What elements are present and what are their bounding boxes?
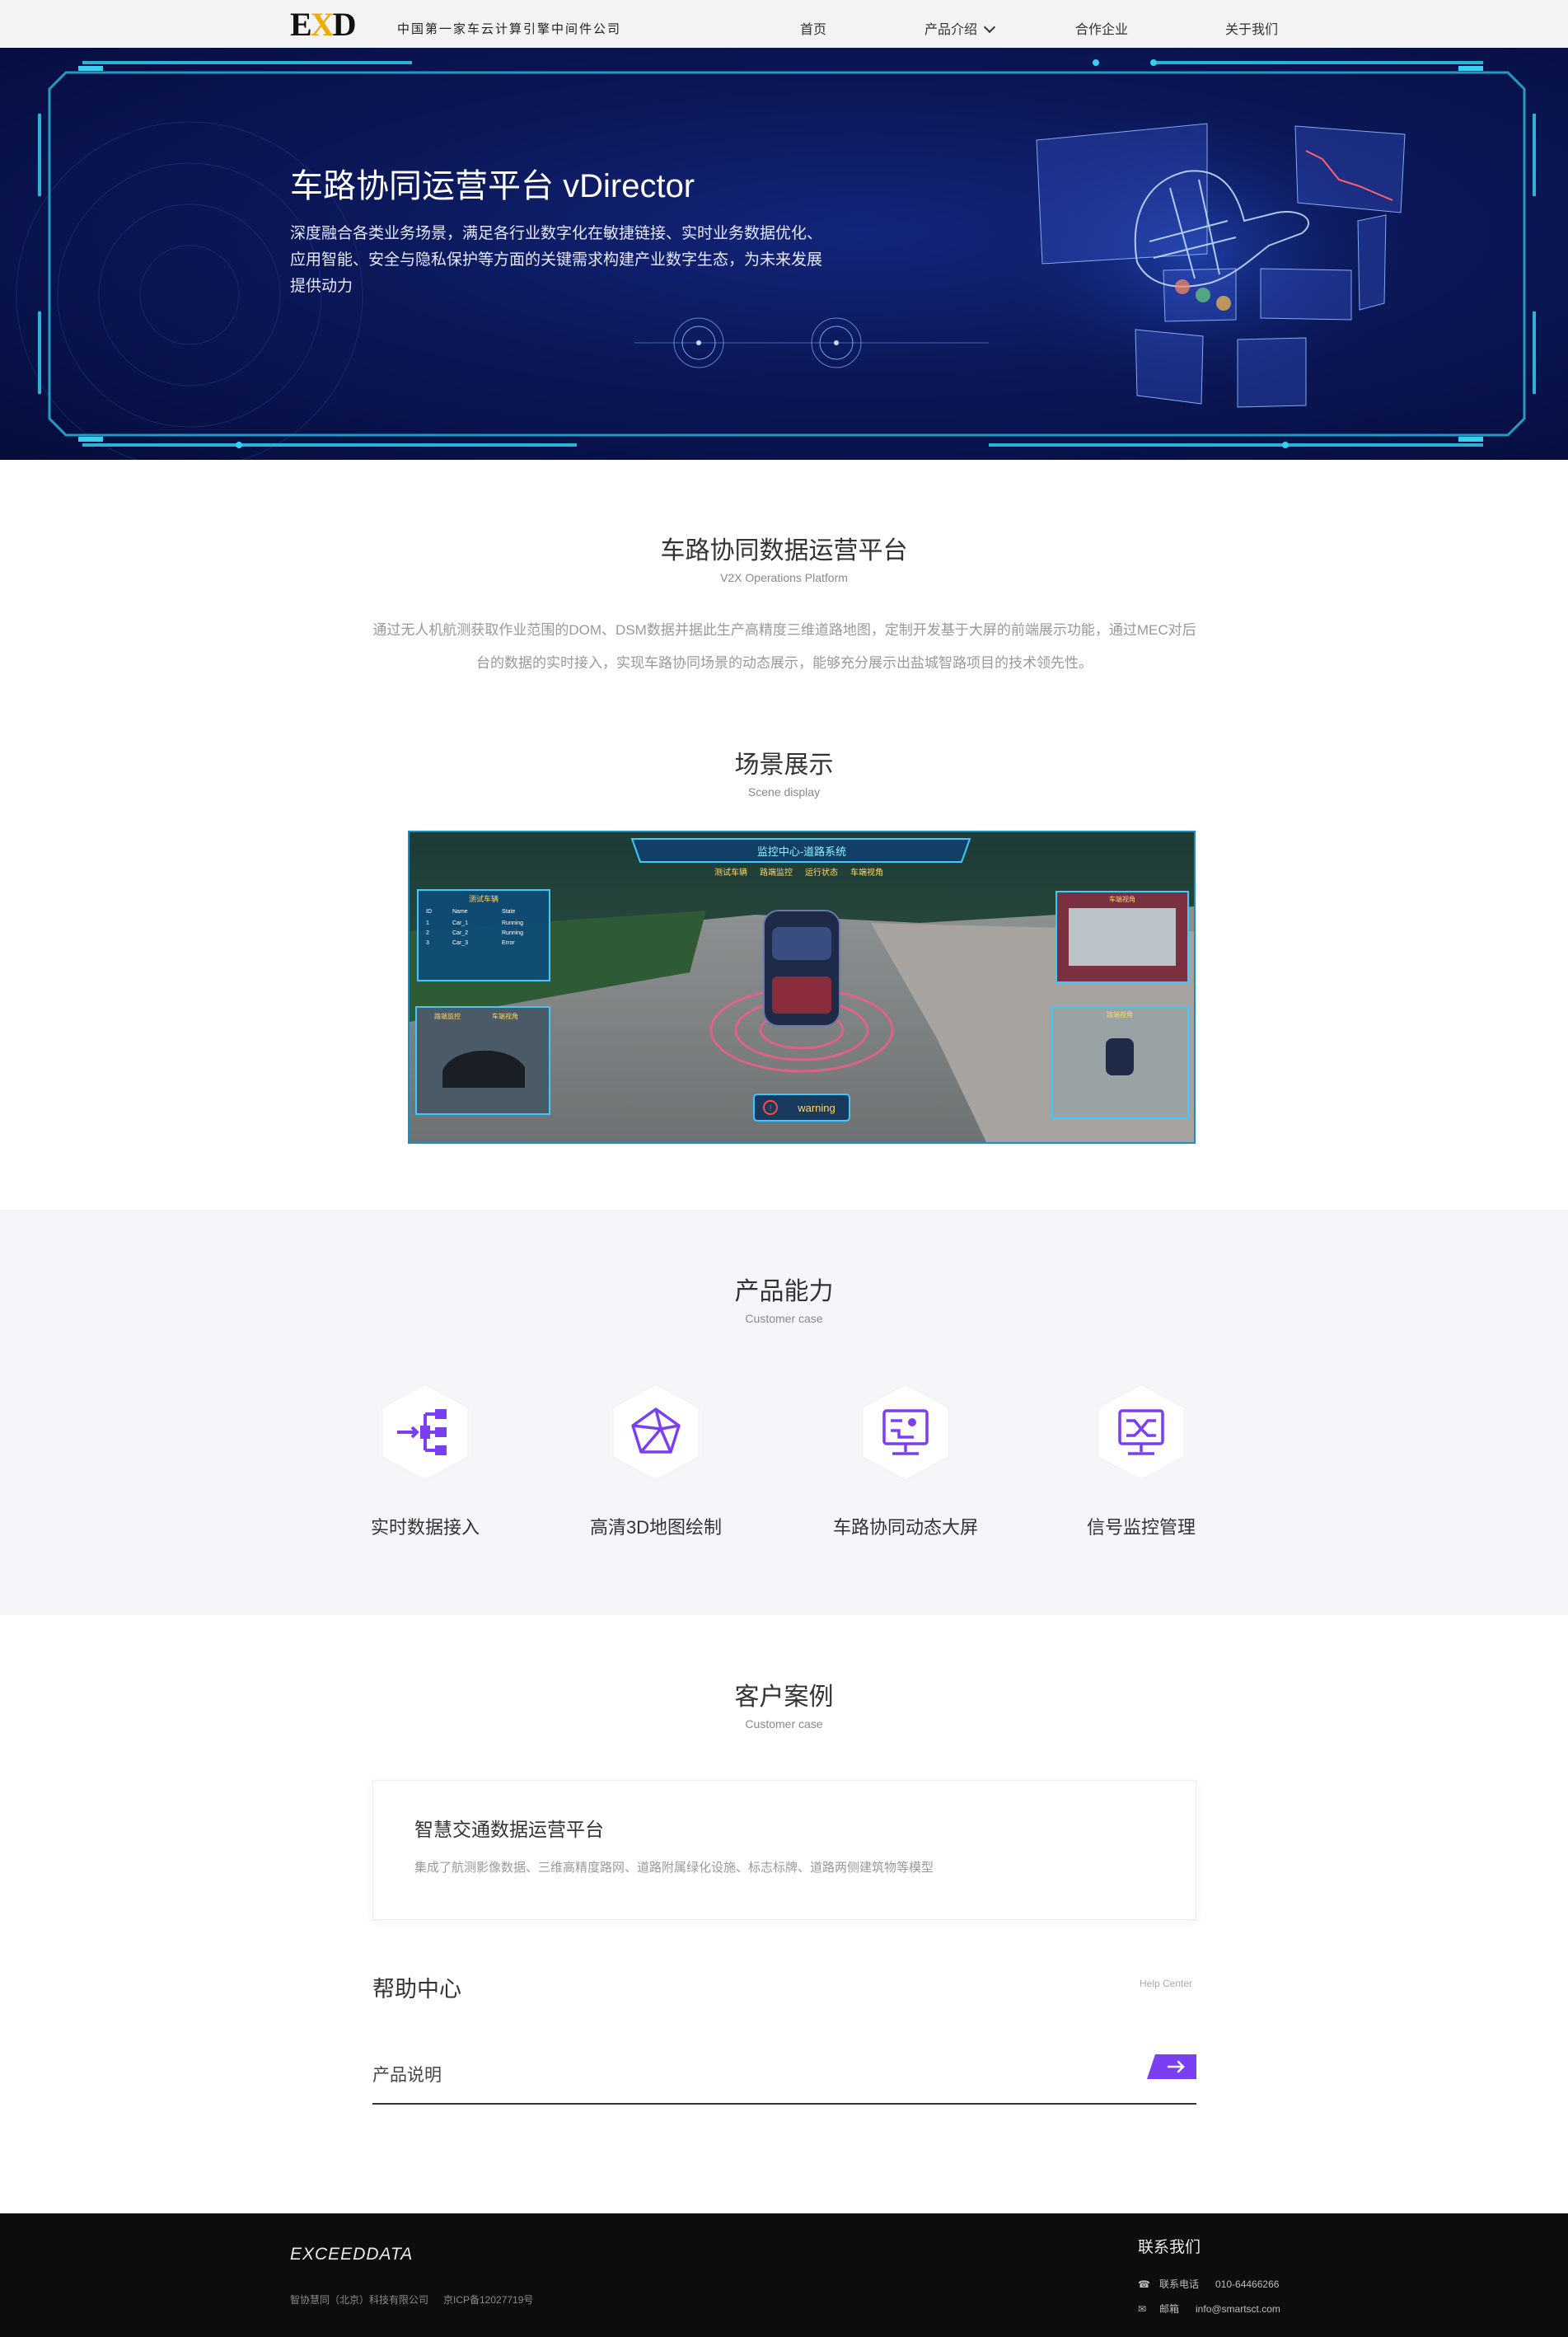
svg-text:车端视角: 车端视角	[1109, 895, 1135, 903]
dashboard-screen-icon	[862, 1384, 949, 1481]
logo-wordmark: EXD	[290, 6, 356, 43]
svg-text:3: 3	[426, 940, 429, 946]
ability-label: 车路协同动态大屏	[832, 1517, 978, 1538]
case-card[interactable]: 智慧交通数据运营平台 集成了航测影像数据、三维高精度路网、道路附属绿化设施、标志…	[372, 1780, 1196, 1920]
ability-3d-map[interactable]: 高清3D地图绘制	[557, 1383, 755, 1539]
help-center-title: 帮助中心	[372, 1977, 461, 2002]
footer-company: 智协慧同（北京）科技有限公司	[290, 2294, 429, 2306]
svg-text:1: 1	[426, 920, 429, 926]
ability-label: 信号监控管理	[1086, 1517, 1196, 1538]
screen-table-title: 测试车辆	[469, 894, 498, 903]
nav-about[interactable]: 关于我们	[1225, 18, 1278, 38]
help-item-label: 产品说明	[372, 2066, 442, 2085]
arrow-right-icon[interactable]	[1147, 2054, 1196, 2079]
ability-dynamic-screen[interactable]: 车路协同动态大屏	[807, 1383, 1004, 1539]
mail-icon: ✉	[1138, 2302, 1147, 2315]
screen-warning-text: warning	[797, 1102, 835, 1114]
screen-header-text: 监控中心-道路系统	[757, 845, 846, 858]
help-center-subtitle: Help Center	[1140, 1978, 1193, 1989]
ability-signal-monitor[interactable]: 信号监控管理	[1042, 1383, 1240, 1539]
abilities-title: 产品能力	[734, 1278, 834, 1305]
svg-text:Running: Running	[502, 930, 523, 936]
scene-title: 场景展示	[734, 752, 834, 779]
svg-text:路端视角: 路端视角	[1107, 1010, 1133, 1019]
contact-email: ✉ 邮箱 info@smartsct.com	[1138, 2302, 1280, 2316]
hero-description: 深度融合各类业务场景，满足各行业数字化在敏捷链接、实时业务数据优化、应用智能、安…	[290, 225, 823, 295]
top-header: EXD 中国第一家车云计算引擎中间件公司 首页 产品介绍 合作企业 关于我们	[0, 0, 1568, 54]
svg-text:2: 2	[426, 930, 429, 936]
svg-text:路端监控: 路端监控	[434, 1012, 461, 1020]
help-item-product-doc[interactable]: 产品说明	[372, 2044, 1196, 2105]
contact-email-value[interactable]: info@smartsct.com	[1196, 2303, 1280, 2315]
data-flow-icon	[381, 1384, 469, 1481]
svg-text:Car_2: Car_2	[452, 930, 468, 936]
footer-icp-link[interactable]: 京ICP备12027719号	[443, 2293, 533, 2307]
screen-tab-4: 车端视角	[850, 867, 883, 878]
monitoring-center-graphic: 监控中心-道路系统 测试车辆 路端监控 运行状态 车端视角 测试车辆 ID Na…	[410, 832, 1194, 1142]
case-card-title: 智慧交通数据运营平台	[414, 1819, 604, 1840]
screen-tab-3: 运行状态	[805, 867, 838, 878]
brand-tagline: 中国第一家车云计算引擎中间件公司	[397, 23, 622, 36]
screen-tab-2: 路端监控	[760, 867, 793, 878]
brand-logo[interactable]: EXD	[290, 6, 356, 43]
cases-title: 客户案例	[734, 1684, 834, 1711]
svg-text:Error: Error	[502, 940, 515, 946]
hero-banner: 车路协同运营平台 vDirector 深度融合各类业务场景，满足各行业数字化在敏…	[0, 48, 1568, 460]
intro-title: 车路协同数据运营平台	[660, 537, 908, 564]
svg-text:Name: Name	[452, 909, 468, 915]
nav-products[interactable]: 产品介绍	[924, 18, 996, 54]
polygon-map-icon	[612, 1384, 700, 1481]
contact-email-label: 邮箱	[1159, 2303, 1180, 2315]
ability-label: 高清3D地图绘制	[589, 1517, 723, 1538]
nav-home[interactable]: 首页	[800, 18, 826, 38]
nav-products-label: 产品介绍	[924, 23, 978, 37]
phone-icon: ☎	[1138, 2278, 1150, 2290]
intro-subtitle: V2X Operations Platform	[720, 571, 848, 584]
screen-tab-1: 测试车辆	[714, 867, 747, 878]
contact-phone-value: 010-64466266	[1215, 2278, 1280, 2290]
ability-realtime-data[interactable]: 实时数据接入	[326, 1383, 524, 1539]
hero-title: 车路协同运营平台 vDirector	[290, 168, 695, 204]
intro-text: 通过无人机航测获取作业范围的DOM、DSM数据并据此生产高精度三维道路地图，定制…	[372, 622, 1196, 671]
contact-phone: ☎ 联系电话 010-64466266	[1138, 2277, 1279, 2291]
svg-text:ID: ID	[426, 909, 432, 915]
chevron-down-icon	[983, 21, 996, 34]
footer-logo: EXCEEDDATA	[290, 2245, 414, 2264]
svg-text:车端视角: 车端视角	[492, 1012, 518, 1020]
svg-text:State: State	[502, 909, 515, 915]
case-card-description: 集成了航测影像数据、三维高精度路网、道路附属绿化设施、标志标牌、道路两侧建筑物等…	[414, 1861, 934, 1875]
abilities-subtitle: Customer case	[745, 1312, 823, 1325]
contact-title: 联系我们	[1138, 2239, 1201, 2256]
contact-phone-label: 联系电话	[1159, 2278, 1200, 2290]
svg-text:Car_3: Car_3	[452, 940, 468, 946]
svg-text:Running: Running	[502, 920, 523, 926]
scene-screenshot: 监控中心-道路系统 测试车辆 路端监控 运行状态 车端视角 测试车辆 ID Na…	[408, 831, 1196, 1144]
cases-subtitle: Customer case	[745, 1717, 823, 1731]
signal-monitor-icon	[1098, 1384, 1185, 1481]
ability-label: 实时数据接入	[370, 1517, 480, 1538]
nav-partners[interactable]: 合作企业	[1075, 18, 1128, 38]
site-footer: EXCEEDDATA 智协慧同（北京）科技有限公司 京ICP备12027719号…	[0, 2213, 1568, 2337]
svg-text:Car_1: Car_1	[452, 920, 468, 926]
scene-subtitle: Scene display	[747, 785, 821, 799]
svg-text:!: !	[770, 1104, 772, 1113]
